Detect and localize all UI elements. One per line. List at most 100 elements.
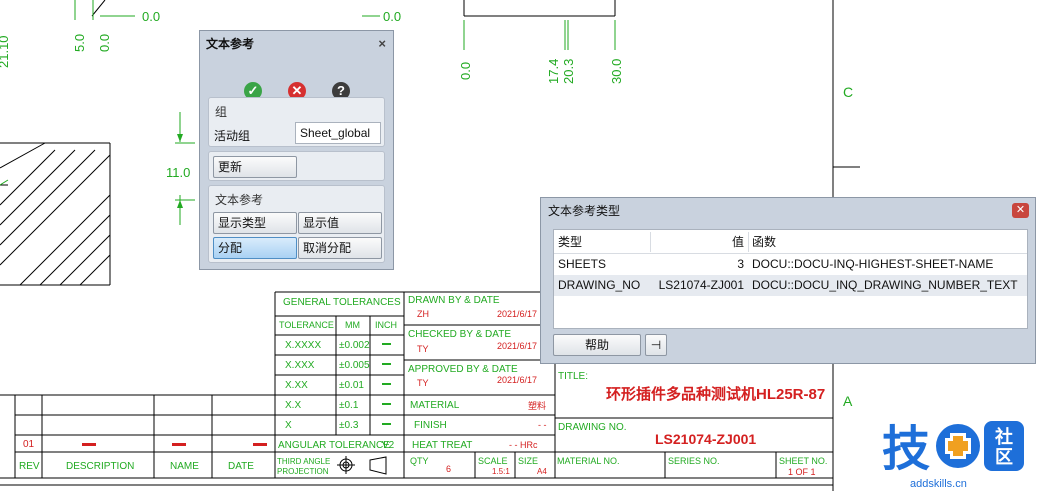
dim-label: 17.4 xyxy=(546,59,561,84)
checked-date: 2021/6/17 xyxy=(497,341,537,351)
rev-header: REV xyxy=(19,461,40,472)
approved-date: 2021/6/17 xyxy=(497,375,537,385)
heat-treat-label: HEAT TREAT xyxy=(412,440,472,451)
show-type-button[interactable]: 显示类型 xyxy=(213,212,297,234)
text-reference-section: 文本参考 显示类型 显示值 分配 取消分配 xyxy=(208,185,385,263)
close-icon[interactable]: × xyxy=(378,31,386,57)
finish-value: - - xyxy=(538,420,547,430)
dim-label: 30.0 xyxy=(609,59,624,84)
mm-col-header: MM xyxy=(345,320,360,330)
dialog-title: 文本参考类型 xyxy=(548,204,621,218)
logo-site: addskills.cn xyxy=(910,478,967,490)
group-header: 组 xyxy=(215,105,228,119)
dim-label: 11.0 xyxy=(166,165,190,180)
inch-col-header: INCH xyxy=(375,320,397,330)
projection-label: THIRD ANGLE xyxy=(277,457,330,466)
pin-icon[interactable]: ⊣ xyxy=(645,334,667,356)
tol-mm: ±0.002 xyxy=(339,340,370,351)
text-reference-type-dialog: 文本参考类型 ✕ 类型 值 函数 SHEETS 3 DOCU::DOCU-INQ… xyxy=(540,197,1036,364)
table-row[interactable]: DRAWING_NO LS21074-ZJ001 DOCU::DOCU_INQ_… xyxy=(554,275,1027,296)
tol-mm: ±0.005 xyxy=(339,360,370,371)
col-value-header[interactable]: 值 xyxy=(652,232,744,253)
row-type: DRAWING_NO xyxy=(558,278,641,292)
drawing-number: LS21074-ZJ001 xyxy=(655,431,756,447)
tol-label: X.XX xyxy=(285,380,308,391)
update-button[interactable]: 更新 xyxy=(213,156,297,178)
site-logo: 技 社区 addskills.cn xyxy=(882,421,1024,490)
dim-label: 0.0 xyxy=(458,62,473,80)
unassign-button[interactable]: 取消分配 xyxy=(298,237,382,259)
dim-label: 0.0 xyxy=(142,9,160,24)
active-group-field[interactable]: Sheet_global xyxy=(295,122,381,144)
heat-treat-value: - - HRc xyxy=(509,440,538,450)
angular-tolerance-value: V2 xyxy=(382,440,395,451)
sheet-no-value: 1 OF 1 xyxy=(788,467,816,477)
title-label: TITLE: xyxy=(558,371,588,382)
tol-label: X.X xyxy=(285,400,301,411)
series-no-label: SERIES NO. xyxy=(668,456,720,466)
rev-row-number: 01 xyxy=(23,439,35,450)
table-row[interactable]: SHEETS 3 DOCU::DOCU-INQ-HIGHEST-SHEET-NA… xyxy=(554,254,1027,275)
scale-label: SCALE xyxy=(478,456,508,466)
active-group-label: 活动组 xyxy=(214,129,251,143)
tol-mm: ±0.3 xyxy=(339,420,359,431)
drawing-title: 环形插件多品种测试机HL25R-87 xyxy=(606,385,825,403)
drawn-by-value: ZH xyxy=(417,309,429,319)
scale-value: 1.5:1 xyxy=(492,467,510,476)
drawn-by-label: DRAWN BY & DATE xyxy=(408,295,500,306)
update-section: 更新 xyxy=(208,151,385,181)
row-function: DOCU::DOCU_INQ_DRAWING_NUMBER_TEXT xyxy=(752,278,1018,292)
logo-badge-text: 社区 xyxy=(995,426,1013,467)
table-header: 类型 值 函数 xyxy=(554,232,1027,254)
row-value: 3 xyxy=(737,257,744,271)
zone-marker-a: A xyxy=(843,393,853,409)
sheet-no-label: SHEET NO. xyxy=(779,456,827,466)
assign-button[interactable]: 分配 xyxy=(213,237,297,259)
material-value: 塑料 xyxy=(528,400,546,411)
dialog-title: 文本参考 × xyxy=(200,31,393,57)
tolerance-col-header: TOLERANCE xyxy=(279,320,334,330)
checked-by-value: TY xyxy=(417,344,429,354)
material-label: MATERIAL xyxy=(410,400,460,411)
zone-marker-c: C xyxy=(843,84,853,100)
date-header: DATE xyxy=(228,461,254,472)
row-function: DOCU::DOCU-INQ-HIGHEST-SHEET-NAME xyxy=(752,257,994,271)
approved-by-label: APPROVED BY & DATE xyxy=(408,364,518,375)
col-function-header[interactable]: 函数 xyxy=(752,232,1027,253)
description-header: DESCRIPTION xyxy=(66,461,134,472)
size-label: SIZE xyxy=(518,456,538,466)
name-header: NAME xyxy=(170,461,199,472)
material-no-label: MATERIAL NO. xyxy=(557,456,620,466)
tolerance-title: GENERAL TOLERANCES xyxy=(283,297,401,308)
close-icon[interactable]: ✕ xyxy=(1012,203,1029,218)
drawn-date: 2021/6/17 xyxy=(497,309,537,319)
tol-mm: ±0.01 xyxy=(339,380,364,391)
qty-label: QTY xyxy=(410,456,429,466)
col-type-header[interactable]: 类型 xyxy=(558,232,650,253)
dim-label: 20.3 xyxy=(561,59,576,84)
size-value: A4 xyxy=(537,467,547,476)
checked-by-label: CHECKED BY & DATE xyxy=(408,329,511,340)
dim-label: 0.0 xyxy=(383,9,401,24)
group-section: 组 活动组 Sheet_global xyxy=(208,97,385,147)
qty-value: 6 xyxy=(446,464,451,474)
row-type: SHEETS xyxy=(558,257,607,271)
row-value: LS21074-ZJ001 xyxy=(658,278,744,292)
approved-by-value: TY xyxy=(417,378,429,388)
help-button[interactable]: 帮助 xyxy=(553,334,641,356)
tol-label: X.XXXX xyxy=(285,340,321,351)
dim-label: 21.10 xyxy=(0,35,11,68)
angular-tolerance-label: ANGULAR TOLERANCE xyxy=(278,440,390,451)
text-reference-dialog: 文本参考 × ✓ ✕ ? 组 活动组 Sheet_global 更新 文本参考 … xyxy=(199,30,394,270)
dialog-title-text: 文本参考 xyxy=(206,37,255,51)
drawing-no-label: DRAWING NO. xyxy=(558,422,627,433)
tol-label: X.XXX xyxy=(285,360,315,371)
dim-label: 5.0 xyxy=(72,34,87,52)
text-reference-header: 文本参考 xyxy=(215,193,264,207)
projection-label: PROJECTION xyxy=(277,467,329,476)
projection-symbol-icon xyxy=(337,456,387,475)
tol-label: X xyxy=(285,420,292,431)
dim-label: 0.0 xyxy=(97,34,112,52)
finish-label: FINISH xyxy=(414,420,447,431)
show-value-button[interactable]: 显示值 xyxy=(298,212,382,234)
